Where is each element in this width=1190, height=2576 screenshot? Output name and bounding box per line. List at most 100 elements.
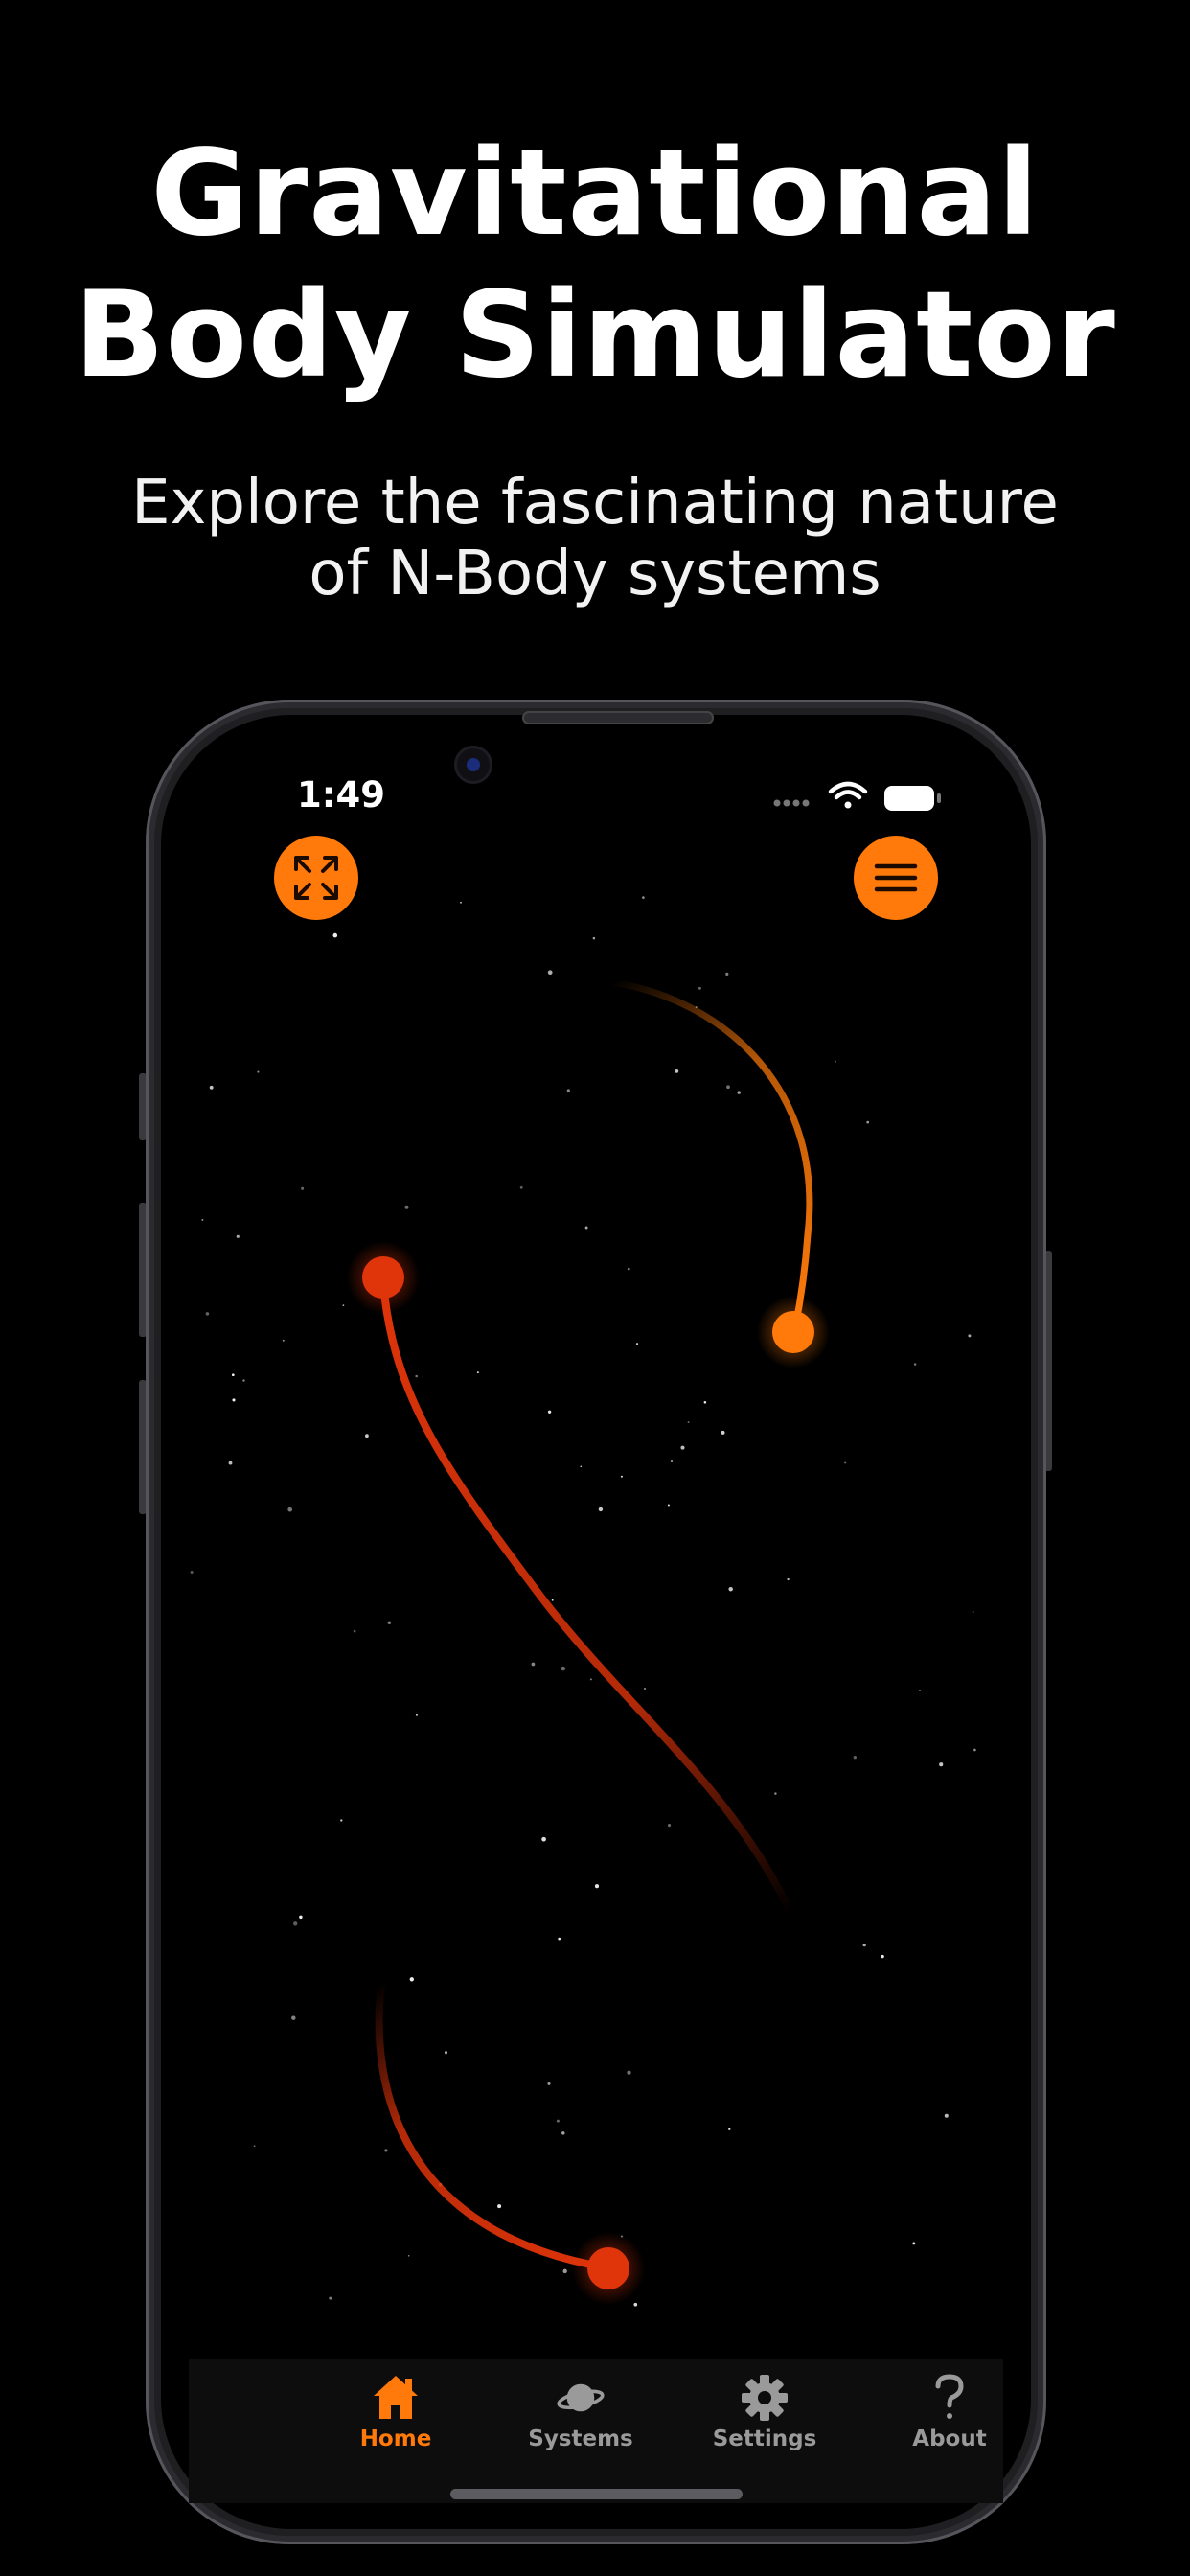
star <box>556 2119 560 2123</box>
star <box>670 1460 674 1462</box>
expand-button[interactable] <box>274 836 358 920</box>
star <box>282 1339 285 1342</box>
star <box>728 2128 731 2130</box>
star-field <box>190 864 976 2307</box>
star <box>787 1577 790 1581</box>
page-subtitle: Explore the fascinating nature of N-Body… <box>0 468 1190 610</box>
home-indicator[interactable] <box>450 2489 743 2499</box>
subtitle-line-1: Explore the fascinating nature <box>131 468 1059 539</box>
star <box>232 1398 236 1402</box>
status-time: 1:49 <box>297 774 386 816</box>
planet-icon <box>557 2371 605 2425</box>
earpiece <box>522 711 714 724</box>
star <box>912 2242 916 2245</box>
star <box>519 1185 523 1189</box>
star <box>862 1943 866 1947</box>
question-icon <box>926 2371 973 2425</box>
star <box>242 1379 245 1382</box>
phone-frame <box>146 700 1046 2544</box>
star <box>919 1690 921 1691</box>
star <box>853 1756 857 1760</box>
star <box>698 986 701 990</box>
star <box>584 1226 588 1230</box>
star <box>866 1120 870 1124</box>
star <box>725 972 729 977</box>
star <box>594 1884 600 1889</box>
star <box>944 2113 949 2118</box>
star <box>476 1371 479 1374</box>
subtitle-line-2: of N-Body systems <box>309 539 881 610</box>
star <box>642 896 645 899</box>
cellular-signal-icon <box>773 799 810 807</box>
star <box>365 1434 369 1438</box>
tab-settings[interactable]: Settings <box>698 2359 832 2503</box>
star <box>972 1611 974 1613</box>
house-icon <box>372 2371 420 2425</box>
headline-line-1: Gravitational <box>150 125 1040 263</box>
star <box>340 1819 343 1822</box>
star <box>236 1234 240 1238</box>
star <box>620 1475 623 1478</box>
body-red-top <box>362 1256 404 1299</box>
star <box>589 1678 592 1681</box>
tab-home-label: Home <box>359 2426 432 2451</box>
simulation-canvas[interactable] <box>161 715 1031 2529</box>
star <box>721 1430 725 1435</box>
star <box>834 1060 837 1063</box>
orbit-trail-orange <box>609 978 813 1331</box>
tab-home[interactable]: Home <box>329 2359 463 2503</box>
star <box>580 1465 583 1468</box>
menu-button[interactable] <box>854 836 938 920</box>
star <box>293 1921 298 1926</box>
front-camera <box>454 746 492 784</box>
star <box>415 1374 419 1378</box>
tab-systems[interactable]: Systems <box>514 2359 648 2503</box>
star <box>531 1662 536 1667</box>
star <box>592 936 596 940</box>
star <box>973 1748 976 1752</box>
star <box>939 1762 944 1767</box>
star <box>387 1621 392 1625</box>
star <box>190 1570 194 1575</box>
star <box>228 1460 233 1465</box>
star <box>680 1445 685 1450</box>
hamburger-menu-icon <box>874 863 918 892</box>
star <box>558 1937 561 1941</box>
tab-settings-label: Settings <box>712 2426 817 2451</box>
star <box>687 1421 690 1424</box>
star <box>703 1401 707 1404</box>
tab-about[interactable]: About <box>882 2359 1017 2503</box>
orbit-trail-red-long <box>379 1278 794 1916</box>
star <box>201 1218 204 1221</box>
tab-systems-label: Systems <box>528 2426 633 2451</box>
star <box>635 1343 639 1346</box>
status-icons <box>773 781 941 811</box>
star <box>404 1205 409 1209</box>
star <box>627 1267 630 1271</box>
star <box>415 1714 418 1716</box>
star <box>627 2070 631 2075</box>
tab-about-label: About <box>912 2426 987 2451</box>
star <box>444 2051 448 2055</box>
star <box>913 1363 917 1366</box>
star <box>562 2268 567 2274</box>
star <box>547 970 553 976</box>
star <box>547 1410 552 1414</box>
gear-icon <box>741 2371 789 2425</box>
star <box>667 1504 670 1506</box>
star <box>332 932 338 938</box>
star <box>737 1091 741 1094</box>
star <box>460 901 462 904</box>
star <box>342 1304 345 1306</box>
star <box>728 1586 733 1592</box>
body-red-bottom <box>587 2247 629 2289</box>
battery-icon <box>884 786 941 811</box>
star <box>561 1666 566 1671</box>
orbit-trail-red-short <box>375 1980 610 2271</box>
wifi-icon <box>828 781 868 809</box>
star <box>561 2131 565 2135</box>
star <box>384 2149 388 2152</box>
star <box>299 1915 303 1920</box>
star <box>253 2145 256 2148</box>
star <box>726 1085 730 1090</box>
